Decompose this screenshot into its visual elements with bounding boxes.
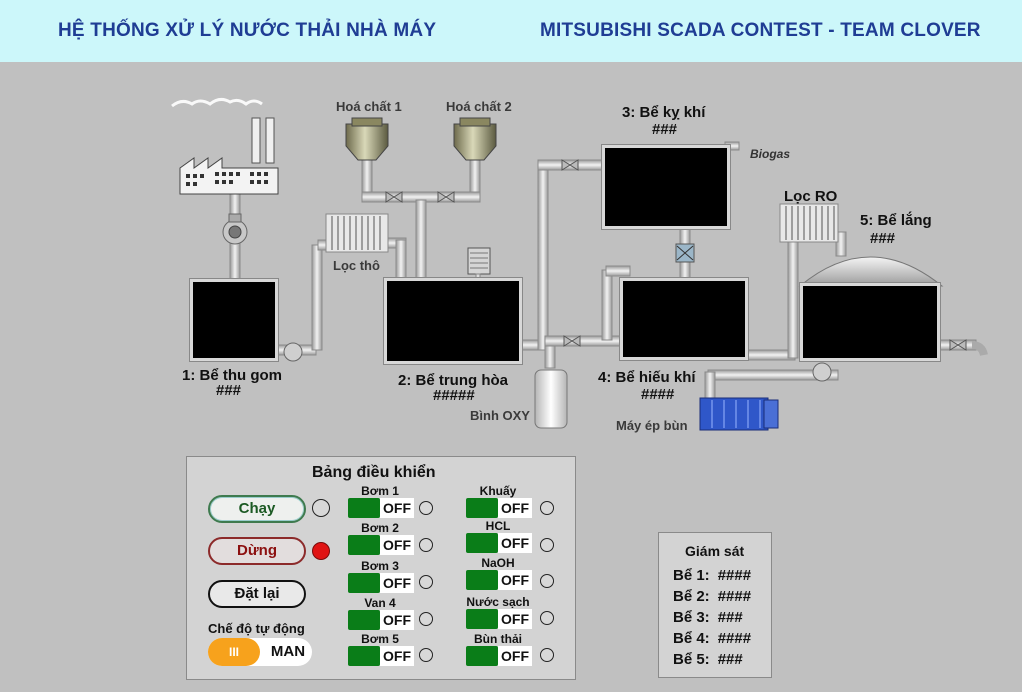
run-button[interactable]: Chạy bbox=[208, 495, 306, 523]
tank-3-anaerobic bbox=[602, 145, 730, 229]
tank-4-value: #### bbox=[641, 386, 675, 403]
tank-1-collection bbox=[190, 279, 278, 361]
monitor-row: Bể 5: ### bbox=[673, 651, 743, 668]
process-diagram bbox=[171, 97, 988, 431]
mixer-lamp bbox=[540, 501, 554, 515]
reset-button[interactable]: Đặt lại bbox=[208, 580, 306, 608]
settling-tank-dome bbox=[798, 256, 944, 287]
naoh-switch[interactable]: OFF bbox=[466, 570, 532, 590]
coarse-filter-label: Lọc thô bbox=[333, 258, 380, 273]
tank-2-value: ##### bbox=[433, 387, 475, 404]
valve-4-lamp bbox=[419, 612, 433, 626]
chemical-1-label: Hoá chất 1 bbox=[336, 99, 402, 114]
biogas-label: Biogas bbox=[750, 147, 791, 161]
monitor-row: Bể 2: #### bbox=[673, 588, 752, 605]
run-status-lamp bbox=[312, 499, 330, 517]
pump-3-switch[interactable]: OFF bbox=[348, 573, 414, 593]
header-bar: HỆ THỐNG XỬ LÝ NƯỚC THẢI NHÀ MÁY MITSUBI… bbox=[0, 0, 1022, 62]
pump-5-switch[interactable]: OFF bbox=[348, 646, 414, 666]
transfer-valve-icon bbox=[675, 243, 695, 263]
waste-sludge-switch[interactable]: OFF bbox=[466, 646, 532, 666]
naoh-label: NaOH bbox=[481, 556, 515, 570]
oxygen-tank-label: Bình OXY bbox=[470, 408, 530, 423]
monitor-panel: Giám sát Bể 1: #### Bể 2: #### Bể 3: ### Bể… bbox=[658, 532, 772, 678]
stop-button[interactable]: Dừng bbox=[208, 537, 306, 565]
tank-1-value: ### bbox=[216, 382, 242, 399]
chemical-2-label: Hoá chất 2 bbox=[446, 99, 512, 114]
coarse-filter-icon bbox=[325, 213, 389, 253]
hcl-switch[interactable]: OFF bbox=[466, 533, 532, 553]
mixer-label: Khuấy bbox=[479, 484, 517, 498]
sludge-press-icon bbox=[699, 397, 779, 431]
contest-title: MITSUBISHI SCADA CONTEST - TEAM CLOVER bbox=[540, 20, 981, 41]
pump-2-lamp bbox=[419, 538, 433, 552]
auto-mode-label: Chế độ tự động bbox=[208, 621, 305, 636]
tank-5-settling bbox=[800, 283, 940, 361]
pump-icon bbox=[222, 213, 248, 245]
pump-5-label: Bơm 5 bbox=[361, 632, 399, 646]
clean-water-lamp bbox=[540, 611, 554, 625]
pump-1-lamp bbox=[419, 501, 433, 515]
ro-filter-icon bbox=[779, 203, 839, 243]
monitor-title: Giám sát bbox=[685, 543, 745, 559]
ro-filter-label: Lọc RO bbox=[784, 188, 838, 205]
waste-sludge-lamp bbox=[540, 648, 554, 662]
tank-5-name: 5: Bể lắng bbox=[860, 212, 932, 229]
monitor-row: Bể 1: #### bbox=[673, 567, 752, 584]
toggle-state-label: MAN bbox=[270, 643, 306, 660]
tank-3-name: 3: Bể kỵ khí bbox=[622, 104, 706, 121]
monitor-row: Bể 3: ### bbox=[673, 609, 743, 626]
monitor-row: Bể 4: #### bbox=[673, 630, 752, 647]
factory-icon bbox=[171, 97, 279, 195]
pump-3-label: Bơm 3 bbox=[361, 559, 399, 573]
toggle-knob: III bbox=[208, 638, 260, 666]
pump-2-label: Bơm 2 bbox=[361, 521, 399, 535]
pump-2-switch[interactable]: OFF bbox=[348, 535, 414, 555]
oxygen-cylinder-icon bbox=[534, 369, 568, 429]
tank-4-name: 4: Bể hiếu khí bbox=[598, 369, 696, 386]
pump-1-switch[interactable]: OFF bbox=[348, 498, 414, 518]
waste-sludge-label: Bùn thải bbox=[474, 632, 522, 646]
clean-water-label: Nước sạch bbox=[466, 595, 530, 609]
tank-2-neutralization bbox=[384, 278, 522, 364]
pump-3-lamp bbox=[419, 575, 433, 589]
chemical-hopper-icon bbox=[345, 117, 497, 161]
control-panel-title: Bảng điều khiển bbox=[312, 464, 436, 481]
auto-mode-toggle[interactable]: III MAN bbox=[208, 638, 312, 666]
stop-status-lamp bbox=[312, 542, 330, 560]
valve-4-label: Van 4 bbox=[364, 596, 396, 610]
tank-5-value: ### bbox=[870, 230, 896, 247]
valve-4-switch[interactable]: OFF bbox=[348, 610, 414, 630]
sludge-press-label: Máy ép bùn bbox=[616, 418, 688, 433]
clean-water-switch[interactable]: OFF bbox=[466, 609, 532, 629]
system-title: HỆ THỐNG XỬ LÝ NƯỚC THẢI NHÀ MÁY bbox=[58, 20, 437, 41]
hcl-label: HCL bbox=[485, 519, 511, 533]
pump-1-label: Bơm 1 bbox=[361, 484, 399, 498]
naoh-lamp bbox=[540, 574, 554, 588]
tank-4-aerobic bbox=[620, 278, 748, 360]
hcl-lamp bbox=[540, 538, 554, 552]
mixer-switch[interactable]: OFF bbox=[466, 498, 532, 518]
tank-3-value: ### bbox=[652, 121, 678, 138]
pump-5-lamp bbox=[419, 648, 433, 662]
